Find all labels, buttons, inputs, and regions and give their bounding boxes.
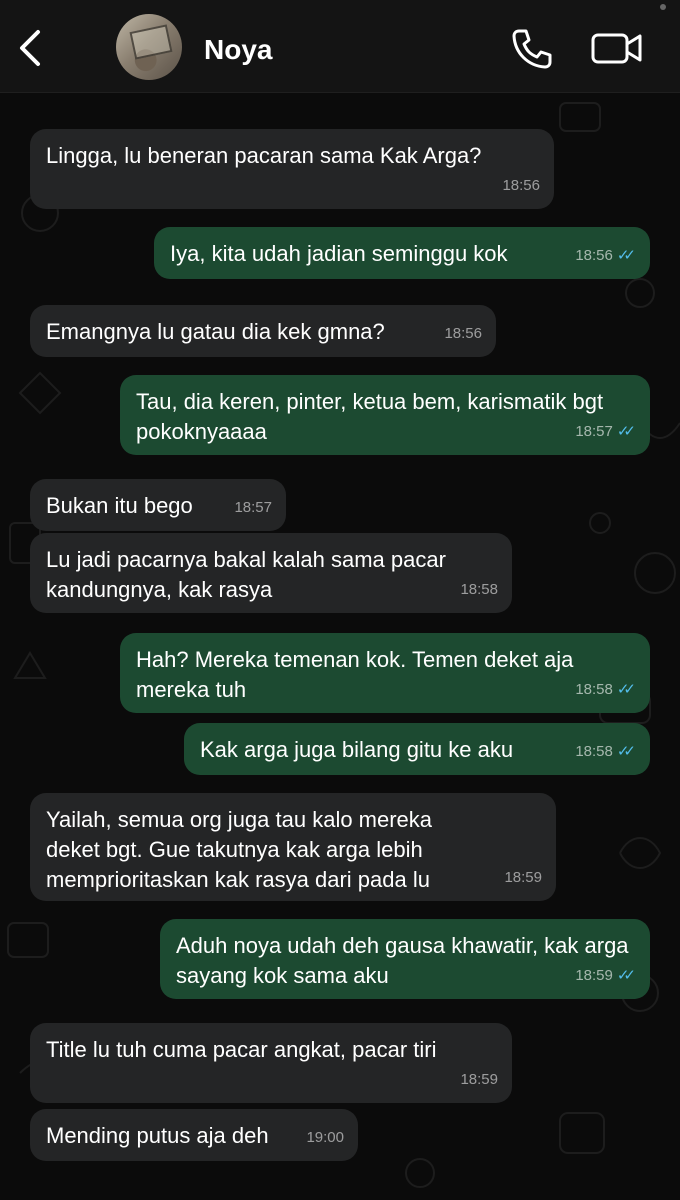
message-text: Lingga, lu beneran pacaran sama Kak Arga… (46, 143, 482, 168)
message-meta: 19:00 (306, 1123, 344, 1153)
message-text: Tau, dia keren, pinter, ketua bem, karis… (136, 389, 604, 444)
message-meta: 18:58 (460, 575, 498, 605)
message-outgoing[interactable]: Kak arga juga bilang gitu ke aku 18:58 ✓✓ (184, 723, 650, 775)
message-text: Emangnya lu gatau dia kek gmna? (46, 319, 385, 344)
message-meta: 18:56 (444, 319, 482, 349)
message-time: 18:59 (460, 1071, 498, 1088)
message-time: 18:56 (502, 177, 540, 194)
message-time: 18:59 (504, 869, 542, 886)
contact-name[interactable]: Noya (204, 34, 272, 66)
message-meta: 18:59 (460, 1065, 498, 1095)
message-meta: 18:59 (504, 863, 542, 893)
message-text: Mending putus aja deh (46, 1123, 269, 1148)
message-meta: 18:56 (502, 171, 540, 201)
message-text: Hah? Mereka temenan kok. Temen deket aja… (136, 647, 574, 702)
message-incoming[interactable]: Mending putus aja deh 19:00 (30, 1109, 358, 1161)
message-text: Yailah, semua org juga tau kalo mereka d… (46, 807, 433, 892)
message-meta: 18:56 ✓✓ (575, 241, 636, 271)
message-text: Bukan itu bego (46, 493, 193, 518)
message-text: Lu jadi pacarnya bakal kalah sama pacar … (46, 547, 446, 602)
message-list[interactable]: Lingga, lu beneran pacaran sama Kak Arga… (0, 93, 680, 1200)
message-incoming[interactable]: Bukan itu bego 18:57 (30, 479, 286, 531)
message-meta: 18:57 (234, 493, 272, 523)
message-time: 19:00 (306, 1129, 344, 1146)
message-text: Aduh noya udah deh gausa khawatir, kak a… (176, 933, 629, 988)
avatar-photo (129, 24, 173, 60)
message-text: Kak arga juga bilang gitu ke aku (200, 737, 514, 762)
message-meta: 18:57 ✓✓ (575, 417, 636, 447)
message-outgoing[interactable]: Hah? Mereka temenan kok. Temen deket aja… (120, 633, 650, 713)
message-meta: 18:59 ✓✓ (575, 961, 636, 991)
message-outgoing[interactable]: Aduh noya udah deh gausa khawatir, kak a… (160, 919, 650, 999)
message-time: 18:58 (575, 743, 613, 760)
chat-header: Noya (0, 0, 680, 93)
message-time: 18:56 (444, 325, 482, 342)
read-receipt-icon: ✓✓ (616, 247, 636, 264)
message-text: Title lu tuh cuma pacar angkat, pacar ti… (46, 1037, 437, 1062)
message-time: 18:58 (460, 581, 498, 598)
message-incoming[interactable]: Lingga, lu beneran pacaran sama Kak Arga… (30, 129, 554, 209)
message-meta: 18:58 ✓✓ (575, 737, 636, 767)
avatar[interactable] (116, 14, 182, 80)
message-outgoing[interactable]: Tau, dia keren, pinter, ketua bem, karis… (120, 375, 650, 455)
message-meta: 18:58 ✓✓ (575, 675, 636, 705)
message-incoming[interactable]: Lu jadi pacarnya bakal kalah sama pacar … (30, 533, 512, 613)
message-incoming[interactable]: Yailah, semua org juga tau kalo mereka d… (30, 793, 556, 901)
message-time: 18:59 (575, 967, 613, 984)
message-time: 18:57 (575, 423, 613, 440)
message-time: 18:57 (234, 499, 272, 516)
phone-icon[interactable] (510, 26, 554, 70)
message-incoming[interactable]: Emangnya lu gatau dia kek gmna? 18:56 (30, 305, 496, 357)
read-receipt-icon: ✓✓ (616, 423, 636, 440)
back-arrow-icon[interactable] (14, 28, 46, 68)
message-text: Iya, kita udah jadian seminggu kok (170, 241, 508, 266)
video-call-icon[interactable] (590, 30, 644, 66)
message-incoming[interactable]: Title lu tuh cuma pacar angkat, pacar ti… (30, 1023, 512, 1103)
message-time: 18:58 (575, 681, 613, 698)
message-time: 18:56 (575, 247, 613, 264)
read-receipt-icon: ✓✓ (616, 967, 636, 984)
read-receipt-icon: ✓✓ (616, 743, 636, 760)
message-outgoing[interactable]: Iya, kita udah jadian seminggu kok 18:56… (154, 227, 650, 279)
status-indicator (660, 4, 666, 10)
read-receipt-icon: ✓✓ (616, 681, 636, 698)
